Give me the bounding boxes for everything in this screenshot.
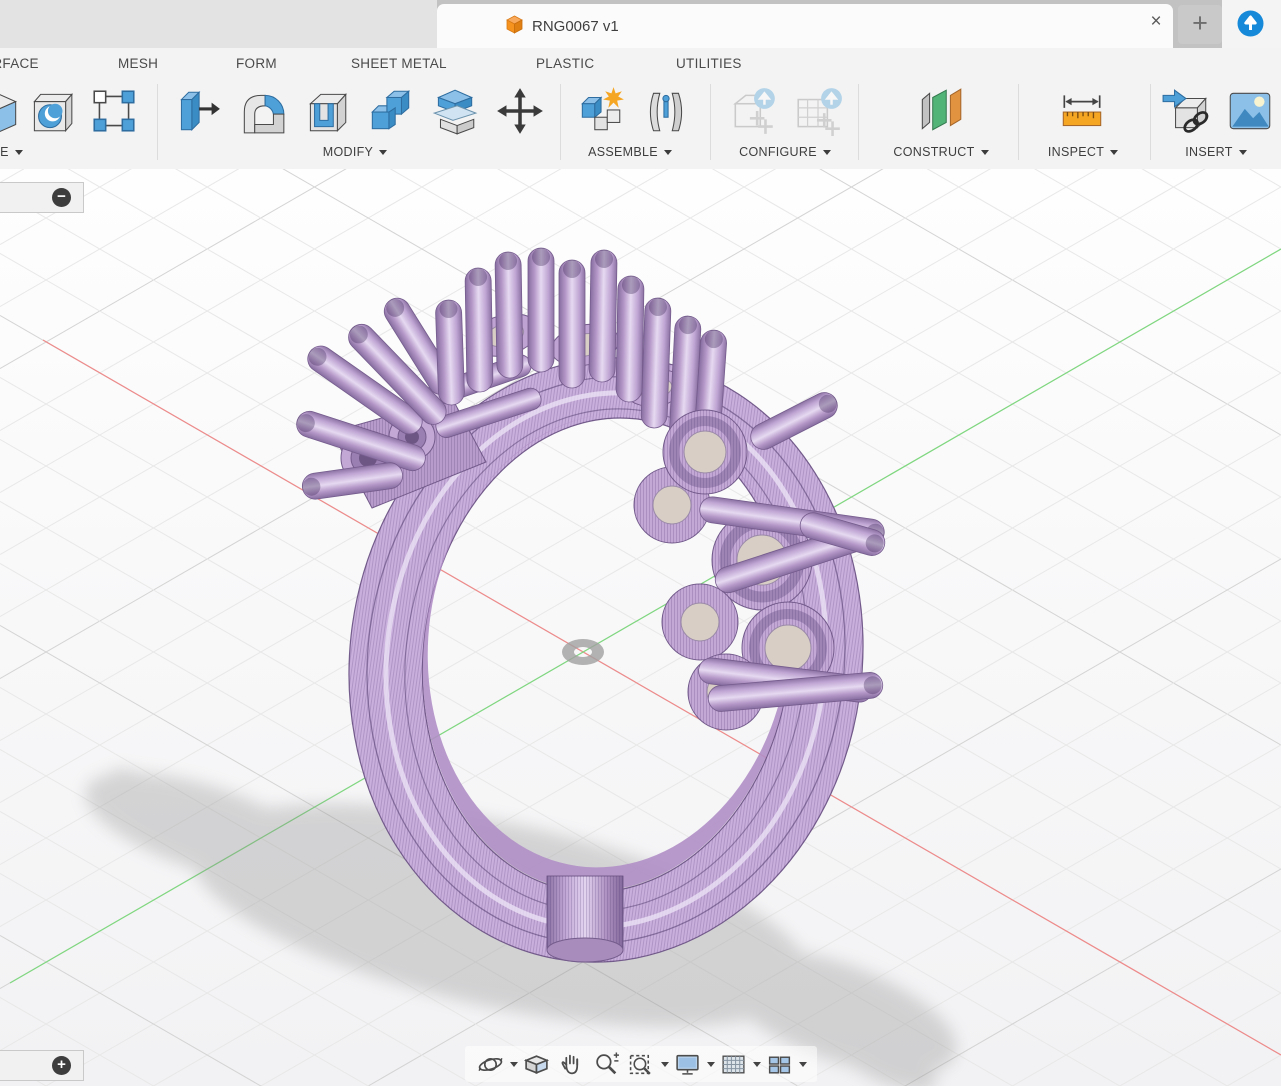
tab-surface[interactable]: SURFACE [0, 48, 39, 78]
ribbon-tab-row: SURFACE MESH FORM SHEET METAL PLASTIC UT… [0, 48, 1281, 78]
ribbon-toolbar: CREATE [0, 78, 1281, 170]
pan-icon[interactable] [556, 1048, 588, 1080]
zoom-icon[interactable] [591, 1048, 623, 1080]
viewports-dropdown-caret[interactable] [799, 1062, 807, 1071]
configure-section-label[interactable]: CONFIGURE [720, 142, 850, 162]
new-component-button[interactable] [574, 85, 626, 137]
display-settings-icon[interactable] [672, 1048, 704, 1080]
configuration-button[interactable] [727, 85, 779, 137]
combine-button[interactable] [364, 85, 416, 137]
zoom-fit-icon[interactable] [626, 1048, 658, 1080]
construct-section-label[interactable]: CONSTRUCT [876, 142, 1006, 162]
tab-mesh[interactable]: MESH [118, 48, 158, 78]
collapse-browser-button[interactable]: − [52, 188, 71, 207]
share-upload-button[interactable] [1237, 10, 1264, 37]
document-cube-icon [505, 14, 524, 39]
grid-dropdown-caret[interactable] [753, 1062, 761, 1071]
split-body-button[interactable] [428, 85, 480, 137]
press-pull-button[interactable] [170, 85, 222, 137]
hole-tool-button[interactable] [24, 85, 76, 137]
orbit-icon[interactable] [475, 1048, 507, 1080]
insert-section-label[interactable]: INSERT [1161, 142, 1271, 162]
modify-section-label[interactable]: MODIFY [300, 142, 410, 162]
timeline-panel-stub: + [0, 1050, 84, 1081]
fillet-button[interactable] [236, 85, 288, 137]
tab-form[interactable]: FORM [236, 48, 277, 78]
viewports-icon[interactable] [764, 1048, 796, 1080]
tab-bar: RNG0067 v1 × + [0, 0, 1281, 48]
sprue-cylinder [547, 876, 623, 962]
viewport-canvas[interactable] [0, 169, 1281, 1086]
measure-button[interactable] [1056, 85, 1108, 137]
view-navigation-bar [465, 1046, 817, 1082]
orbit-dropdown-caret[interactable] [510, 1062, 518, 1071]
inspect-section-label[interactable]: INSPECT [1028, 142, 1138, 162]
insert-derive-button[interactable] [1161, 85, 1213, 137]
grid-settings-icon[interactable] [718, 1048, 750, 1080]
canvas-button[interactable] [1224, 85, 1276, 137]
fit-dropdown-caret[interactable] [661, 1062, 669, 1071]
document-tab[interactable]: RNG0067 v1 [437, 4, 1173, 48]
create-section-label[interactable]: CREATE [0, 142, 32, 162]
new-tab-button[interactable]: + [1178, 5, 1222, 44]
create-cut-icon-button[interactable] [0, 85, 24, 137]
configuration-table-button[interactable] [792, 85, 844, 137]
tab-plastic[interactable]: PLASTIC [536, 48, 594, 78]
look-at-icon[interactable] [521, 1048, 553, 1080]
shell-button[interactable] [300, 85, 352, 137]
tab-utilities[interactable]: UTILITIES [676, 48, 742, 78]
browser-panel-stub: − [0, 182, 84, 213]
expand-timeline-button[interactable]: + [52, 1056, 71, 1075]
joint-button[interactable] [640, 85, 692, 137]
display-dropdown-caret[interactable] [707, 1062, 715, 1071]
sketch-tool-button[interactable] [88, 85, 140, 137]
construct-plane-button[interactable] [914, 85, 966, 137]
document-title: RNG0067 v1 [532, 18, 619, 35]
assemble-section-label[interactable]: ASSEMBLE [570, 142, 690, 162]
tab-sheet-metal[interactable]: SHEET METAL [351, 48, 447, 78]
chrome-right-area [1222, 0, 1281, 48]
move-button[interactable] [494, 85, 546, 137]
close-tab-button[interactable]: × [1142, 8, 1170, 36]
